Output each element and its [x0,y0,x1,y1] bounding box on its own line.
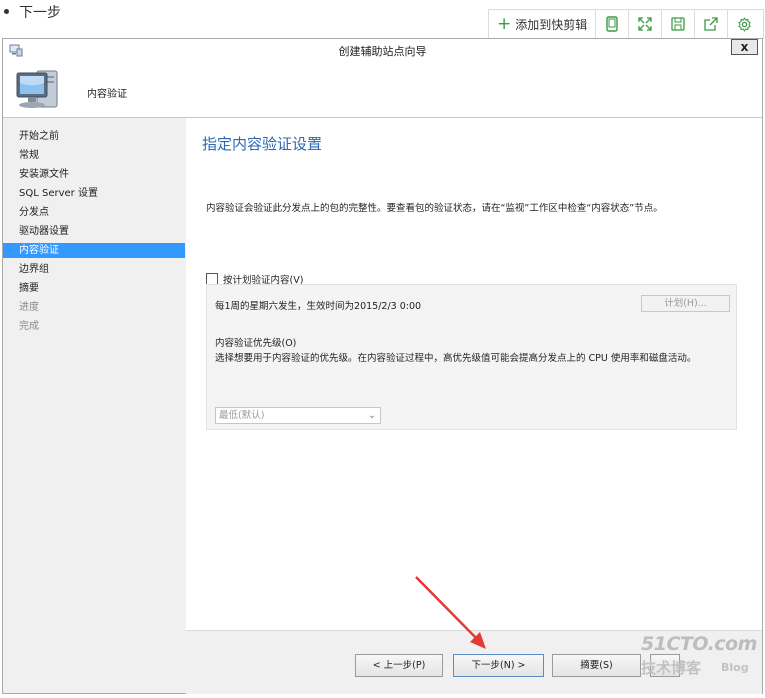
share-icon [704,17,718,31]
add-to-clip-label: 添加到快剪辑 [515,17,588,32]
nav-item[interactable]: 分发点 [3,205,185,220]
bullet-dot [4,9,9,14]
watermark-line2: 技术博客 [641,659,702,677]
nav-item[interactable]: 摘要 [3,281,185,296]
wizard-header: 内容验证 [3,61,762,118]
nav-item[interactable]: 开始之前 [3,129,185,144]
nav-item-disabled: 进度 [19,302,39,313]
priority-select[interactable]: 最低(默认) ⌄ [215,407,381,424]
priority-select-value: 最低(默认) [219,410,265,421]
title-bar: 创建辅助站点向导 x [3,39,762,62]
site-watermark: 51CTO.com 技术博客 Blog [641,633,761,679]
annotation-arrow [415,576,486,649]
bullet-text: 下一步 [19,5,61,21]
wizard-window: 创建辅助站点向导 x 内容验证 开始之前 常规 安装源文件 SQL Server… [2,38,763,694]
nav-item[interactable]: 边界组 [3,262,185,277]
add-to-clip-button[interactable]: + 添加到快剪辑 [489,10,597,38]
watermark-line3: Blog [721,661,749,674]
share-button[interactable] [695,10,729,38]
save-icon [671,17,685,31]
content-pane: 指定内容验证设置 内容验证会验证此分发点上的包的完整性。要查看包的验证状态，请在… [186,118,762,630]
plus-icon: + [497,13,512,34]
nav-item[interactable]: SQL Server 设置 [3,186,185,201]
mobile-icon [606,16,618,32]
close-button[interactable]: x [731,39,758,55]
chevron-down-icon: ⌄ [368,410,376,421]
settings-icon [738,16,751,32]
priority-label: 内容验证优先级(O) [215,338,297,349]
page-description: 内容验证会验证此分发点上的包的完整性。要查看包的验证状态，请在“监视”工作区中检… [206,203,663,214]
wizard-nav: 开始之前 常规 安装源文件 SQL Server 设置 分发点 驱动器设置 内容… [3,118,185,693]
schedule-group: 每1周的星期六发生，生效时间为2015/2/3 0:00 计划(H)... 内容… [206,284,737,430]
window-title: 创建辅助站点向导 [338,45,427,58]
expand-icon [638,17,652,31]
save-button[interactable] [662,10,696,38]
schedule-text: 每1周的星期六发生，生效时间为2015/2/3 0:00 [215,301,422,312]
expand-button[interactable] [629,10,663,38]
nav-item-selected[interactable]: 内容验证 [3,243,185,258]
page-heading: 指定内容验证设置 [202,135,323,153]
mobile-button[interactable] [596,10,630,38]
watermark-line1: 51CTO.com [641,633,757,655]
nav-item[interactable]: 驱动器设置 [3,224,185,239]
nav-item[interactable]: 安装源文件 [3,167,185,182]
header-step-label: 内容验证 [87,89,127,100]
settings-button[interactable] [728,10,761,38]
summary-button[interactable]: 摘要(S) [552,654,641,677]
priority-description: 选择想要用于内容验证的优先级。在内容验证过程中，高优先级值可能会提高分发点上的 … [215,353,697,364]
computer-icon [16,70,58,108]
clip-toolbar: + 添加到快剪辑 [488,9,764,39]
nav-item[interactable]: 常规 [3,148,185,163]
schedule-button[interactable]: 计划(H)... [641,295,730,312]
nav-item-disabled: 完成 [19,321,39,332]
